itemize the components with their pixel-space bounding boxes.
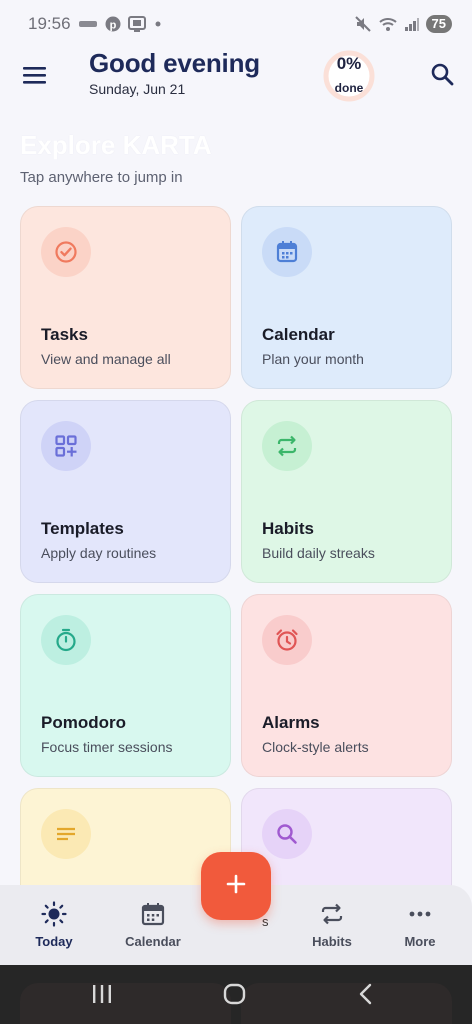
notes-lines-icon [41,809,91,859]
home-icon[interactable] [223,983,247,1005]
card-subtitle: View and manage all [41,351,171,367]
progress-label: done [334,81,364,95]
media-icon [127,16,146,32]
nav-label: Habits [312,934,352,949]
signal-icon [404,16,420,32]
nav-label: More [404,934,436,949]
card-subtitle: Build daily streaks [262,545,375,561]
repeat-icon [287,901,377,927]
more-dots-icon [375,901,465,927]
grid-plus-icon [41,421,91,471]
wifi-icon [378,16,398,32]
card-calendar[interactable]: Calendar Plan your month [241,206,452,389]
card-title: Templates [41,519,124,538]
svg-text:p: p [109,20,116,32]
progress-percent: 0% [336,54,362,73]
card-title: Calendar [262,325,335,344]
battery-indicator: 75 [425,15,452,33]
underlying-card-ghost [20,983,231,1024]
plus-icon [225,873,247,900]
card-habits[interactable]: Habits Build daily streaks [241,400,452,583]
nav-label: Calendar [125,934,181,949]
card-subtitle: Clock-style alerts [262,739,369,755]
status-time: 19:56 [28,14,71,33]
card-subtitle: Apply day routines [41,545,157,561]
card-title: Tasks [41,325,88,344]
card-pomodoro[interactable]: Pomodoro Focus timer sessions [20,594,231,777]
greeting-title: Good evening [89,48,260,78]
nav-label: Today [35,934,73,949]
card-alarms[interactable]: Alarms Clock-style alerts [241,594,452,777]
nav-calendar[interactable]: Calendar [108,885,198,965]
stopwatch-icon [41,615,91,665]
section-title: Explore KARTA [20,130,212,160]
nav-habits[interactable]: Habits [287,885,377,965]
nav-today[interactable]: Today [9,885,99,965]
card-title: Pomodoro [41,713,126,732]
underlying-card-ghost [241,983,452,1024]
card-title: Alarms [262,713,320,732]
notification-app-icon [78,18,98,30]
nav-partial-glyph: s [262,914,269,929]
current-date: Sunday, Jun 21 [89,81,186,97]
card-tasks[interactable]: Tasks View and manage all [20,206,231,389]
calendar-icon [262,227,312,277]
repeat-icon [262,421,312,471]
card-subtitle: Plan your month [262,351,364,367]
card-title: Habits [262,519,314,538]
app-header: Good evening Sunday, Jun 21 0% done [0,48,472,104]
menu-icon[interactable] [22,64,48,86]
card-subtitle: Focus timer sessions [41,739,173,755]
check-circle-icon [41,227,91,277]
dot-icon [153,19,163,29]
back-icon[interactable] [358,983,374,1005]
pinterest-icon: p [105,16,121,32]
recents-icon[interactable] [91,983,113,1005]
daily-progress-ring[interactable]: 0% done [321,48,377,104]
sun-icon [9,901,99,927]
search-icon [262,809,312,859]
status-bar: 19:56 p 75 [0,0,472,48]
nav-more[interactable]: More [375,885,465,965]
calendar-icon [108,901,198,927]
add-button[interactable] [201,852,271,920]
system-navigation-bar [0,965,472,1024]
card-templates[interactable]: Templates Apply day routines [20,400,231,583]
alarm-icon [262,615,312,665]
mute-icon [354,15,372,33]
search-icon[interactable] [429,61,455,87]
section-subtitle: Tap anywhere to jump in [20,169,183,186]
